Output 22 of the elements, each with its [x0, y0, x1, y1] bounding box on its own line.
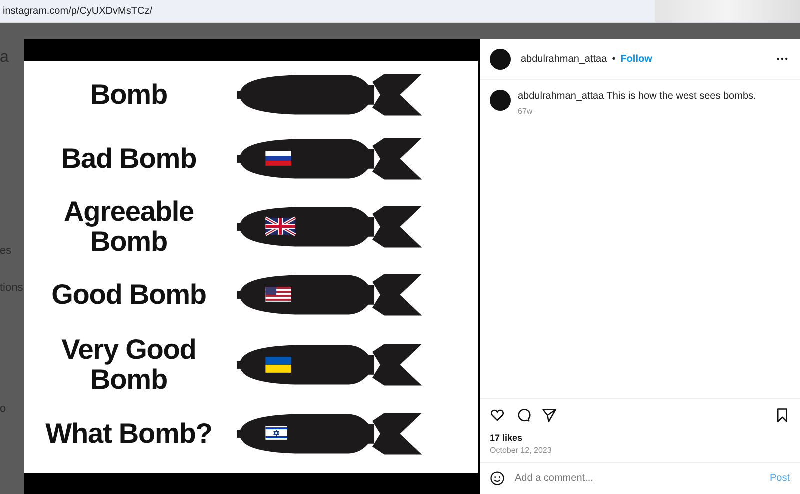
meme-caption: Bad Bomb — [60, 144, 198, 174]
avatar[interactable] — [490, 48, 511, 70]
address-bar-url[interactable]: instagram.com/p/CyUXDvMsTCz/ — [0, 6, 152, 16]
avatar[interactable] — [490, 90, 511, 111]
separator-dot: • — [612, 54, 616, 64]
likes-count[interactable]: 17 likes — [480, 427, 800, 443]
comment-field[interactable]: Add a comment... — [515, 473, 760, 484]
post-date: October 12, 2023 — [480, 443, 800, 463]
comment-icon[interactable] — [516, 408, 531, 423]
more-options-icon[interactable] — [777, 57, 788, 61]
meme-caption: Bomb — [90, 80, 168, 110]
post-age: 67w — [518, 107, 534, 116]
username-link[interactable]: abdulrahman_attaa — [521, 54, 608, 64]
meme-caption: Good Bomb — [50, 280, 208, 310]
heart-icon[interactable] — [490, 408, 505, 423]
meme-caption: What Bomb? — [44, 419, 214, 450]
caption-text: abdulrahman_attaa This is how the west sees bombs. — [518, 90, 756, 102]
bookmark-icon[interactable] — [775, 408, 790, 423]
meme-caption: Very Good Bomb — [60, 334, 198, 395]
send-icon[interactable] — [542, 408, 557, 423]
meme-caption: Agreeable Bomb — [63, 197, 195, 258]
emoji-icon[interactable] — [490, 471, 505, 486]
